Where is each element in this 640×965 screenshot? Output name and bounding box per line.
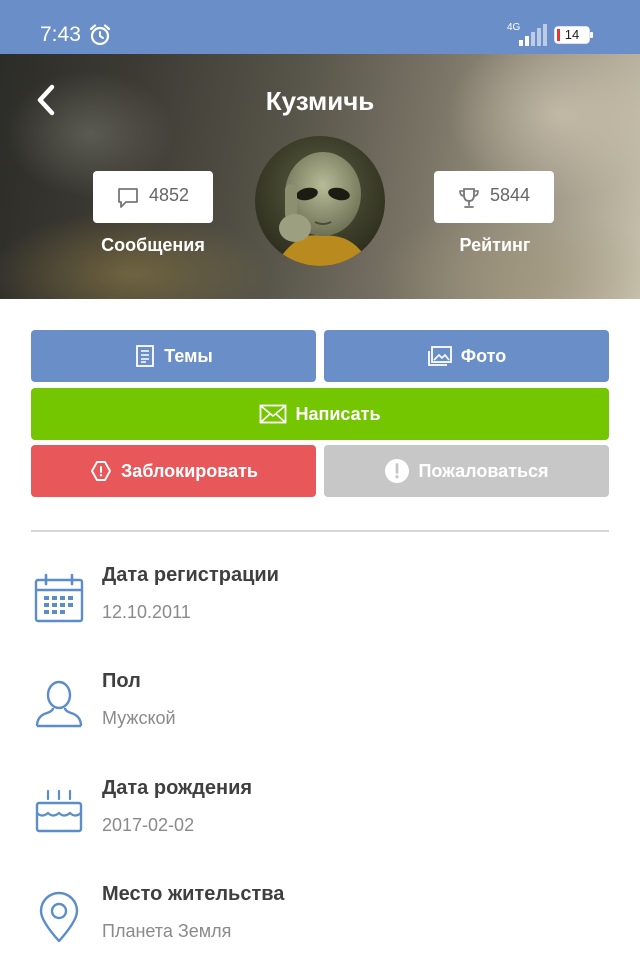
status-time: 7:43: [40, 23, 81, 46]
write-message-button[interactable]: Написать: [31, 388, 609, 440]
residence-value: Планета Земля: [102, 921, 232, 941]
block-icon: [91, 461, 111, 481]
birth-date-value: 2017-02-02: [102, 815, 195, 835]
messages-label: Сообщения: [101, 235, 205, 255]
calendar-icon: [34, 573, 84, 623]
write-label: Написать: [295, 403, 381, 424]
user-icon: [35, 680, 83, 728]
topics-label: Темы: [164, 345, 213, 366]
chat-bubble-icon: [118, 188, 138, 208]
messages-count: 4852: [149, 185, 190, 205]
registration-date-label: Дата регистрации: [102, 564, 279, 586]
gender-value: Мужской: [102, 708, 176, 728]
location-pin-icon: [39, 891, 79, 943]
messages-stat[interactable]: 4852: [93, 171, 213, 223]
block-button[interactable]: Заблокировать: [31, 445, 316, 497]
birth-date-row: Дата рождения 2017-02-02: [0, 775, 640, 875]
topics-button[interactable]: Темы: [31, 330, 316, 382]
signal-icon: [519, 24, 547, 46]
profile-header: Кузмичь 4852 Сообщения 5844 Рейтинг: [0, 54, 640, 299]
image-gallery-icon: [427, 346, 452, 366]
report-button[interactable]: Пожаловаться: [324, 445, 609, 497]
document-icon: [136, 345, 155, 367]
rating-label: Рейтинг: [459, 235, 531, 255]
rating-value: 5844: [490, 185, 531, 205]
registration-date-value: 12.10.2011: [102, 602, 191, 622]
gender-label: Пол: [102, 670, 141, 692]
photo-label: Фото: [460, 345, 507, 366]
photo-button[interactable]: Фото: [324, 330, 609, 382]
report-label: Пожаловаться: [418, 460, 549, 481]
battery-percent: 14: [564, 27, 580, 42]
gender-row: Пол Мужской: [0, 668, 640, 768]
profile-name: Кузмичь: [265, 86, 375, 116]
registration-date-row: Дата регистрации 12.10.2011: [0, 562, 640, 662]
block-label: Заблокировать: [121, 460, 258, 481]
status-bar: 7:43 4G 14: [0, 0, 640, 54]
exclamation-icon: [385, 459, 410, 483]
trophy-icon: [459, 188, 479, 208]
residence-label: Место жительства: [102, 883, 285, 905]
birthday-cake-icon: [35, 789, 83, 833]
birth-date-label: Дата рождения: [102, 777, 253, 799]
rating-stat[interactable]: 5844: [434, 171, 554, 223]
envelope-icon: [260, 404, 287, 424]
avatar: [255, 136, 385, 266]
residence-row: Место жительства Планета Земля: [0, 881, 640, 965]
alarm-icon: [89, 24, 111, 46]
divider: [31, 530, 609, 532]
